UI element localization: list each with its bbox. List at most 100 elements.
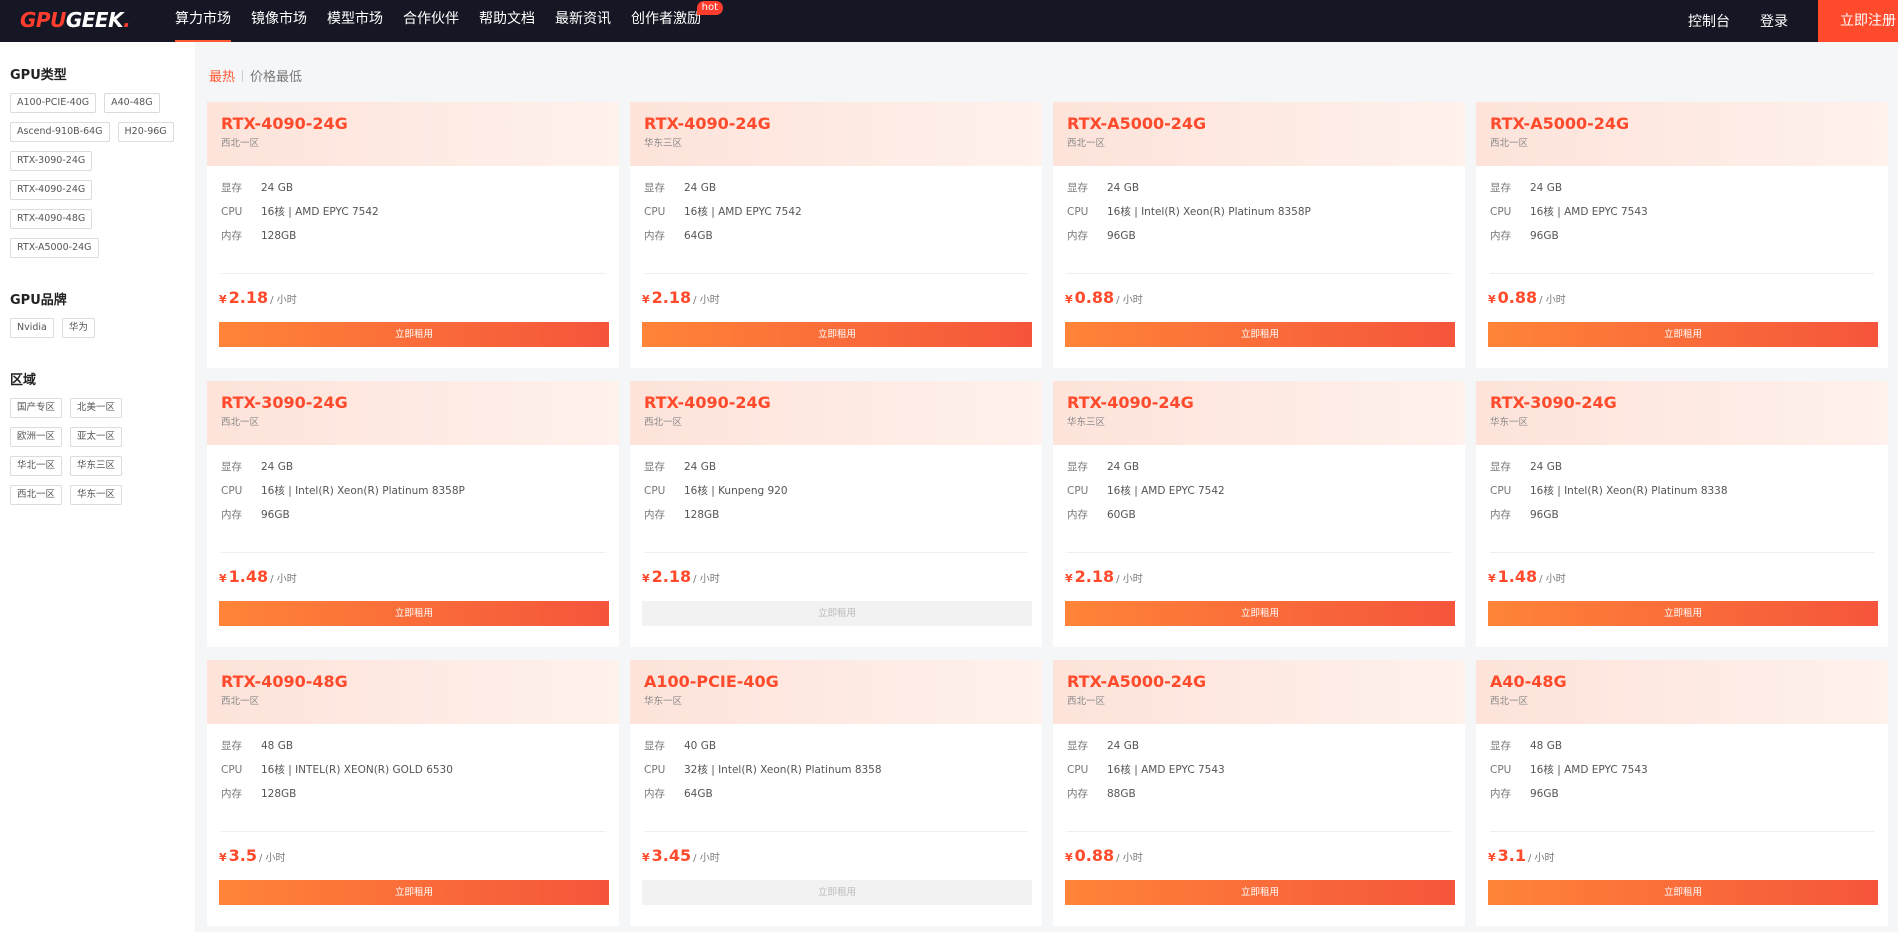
price-value: 0.88	[1074, 288, 1115, 307]
spec-row-vram: 显存 24 GB	[221, 180, 619, 204]
nav-creator-incentive[interactable]: 创作者激励 hot	[631, 0, 723, 42]
gpu-model-title: RTX-4090-24G	[1067, 393, 1194, 412]
spec-label: 内存	[644, 509, 665, 521]
nav-creator-incentive-label: 创作者激励	[631, 11, 701, 27]
spec-row-mem: 内存 88GB	[1067, 786, 1465, 810]
gpu-model-title: RTX-4090-24G	[644, 114, 771, 133]
gpu-model-title: RTX-A5000-24G	[1067, 114, 1207, 133]
gpugeek-logo[interactable]: GPUGEEK.	[20, 8, 131, 32]
spec-value: 128GB	[684, 509, 720, 521]
spec-value: 40 GB	[684, 740, 717, 752]
rent-now-button[interactable]: 立即租用	[1488, 601, 1878, 626]
rent-now-button[interactable]: 立即租用	[219, 322, 609, 347]
price-unit: / 小时	[1116, 295, 1143, 306]
rent-now-button[interactable]: 立即租用	[219, 601, 609, 626]
spec-row-vram: 显存 24 GB	[644, 459, 1042, 483]
price-value: 1.48	[1497, 567, 1538, 586]
price-unit: / 小时	[693, 853, 720, 864]
nav-model-market[interactable]: 模型市场	[327, 0, 383, 42]
spec-label: 内存	[1067, 509, 1088, 521]
gpu-model-title: RTX-A5000-24G	[1490, 114, 1630, 133]
spec-value: 16核 | AMD EPYC 7543	[1530, 764, 1648, 776]
sort-price-low[interactable]: 价格最低	[250, 66, 302, 85]
spec-label: CPU	[221, 485, 243, 497]
filter-tag[interactable]: A40-48G	[104, 93, 160, 113]
filter-tag[interactable]: 国产专区	[10, 398, 63, 418]
gpu-card: RTX-4090-24G 华东三区 显存 24 GB CPU 16核 | AMD E…	[630, 102, 1042, 368]
rent-now-button[interactable]: 立即租用	[1488, 322, 1878, 347]
nav-image-market[interactable]: 镜像市场	[251, 0, 307, 42]
filter-tag[interactable]: RTX-A5000-24G	[10, 238, 99, 258]
price-value: 2.18	[228, 288, 269, 307]
card-divider	[1067, 831, 1451, 832]
card-header: RTX-4090-24G 华东三区	[630, 102, 1042, 166]
register-button[interactable]: 立即注册	[1818, 0, 1898, 42]
spec-value: 16核 | AMD EPYC 7542	[1107, 485, 1225, 497]
card-header: RTX-3090-24G 西北一区	[207, 381, 619, 445]
price-value: 3.1	[1497, 846, 1526, 865]
card-specs: 显存 24 GB CPU 16核 | AMD EPYC 7543 内存 96GB	[1476, 166, 1888, 252]
filter-tag[interactable]: RTX-3090-24G	[10, 151, 93, 171]
currency-symbol: ¥	[642, 293, 650, 306]
rent-now-button[interactable]: 立即租用	[1065, 880, 1455, 905]
spec-row-cpu: CPU 16核 | AMD EPYC 7543	[1067, 762, 1465, 786]
login-link[interactable]: 登录	[1760, 11, 1788, 31]
spec-value: 64GB	[684, 788, 713, 800]
console-link[interactable]: 控制台	[1688, 11, 1730, 31]
nav-partners[interactable]: 合作伙伴	[403, 0, 459, 42]
filter-tag[interactable]: 欧洲一区	[10, 427, 63, 447]
rent-now-button[interactable]: 立即租用	[219, 880, 609, 905]
filter-tag[interactable]: RTX-4090-48G	[10, 209, 93, 229]
spec-value: 64GB	[684, 230, 713, 242]
spec-value: 24 GB	[261, 461, 294, 473]
spec-value: 24 GB	[684, 461, 717, 473]
spec-value: 48 GB	[261, 740, 294, 752]
nav-help-docs[interactable]: 帮助文档	[479, 0, 535, 42]
region-tags: 国产专区 北美一区 欧洲一区 亚太一区 华北一区 华东三区 西北一区 华东一区	[10, 398, 150, 514]
filter-tag[interactable]: 西北一区	[10, 485, 63, 505]
spec-row-cpu: CPU 16核 | AMD EPYC 7543	[1490, 204, 1888, 228]
price-unit: / 小时	[1539, 295, 1566, 306]
filter-tag[interactable]: 华北一区	[10, 456, 63, 476]
spec-value: 96GB	[1107, 230, 1136, 242]
nav-news[interactable]: 最新资讯	[555, 0, 611, 42]
rent-now-button[interactable]: 立即租用	[642, 322, 1032, 347]
sort-hot[interactable]: 最热	[209, 66, 235, 85]
filter-tag[interactable]: A100-PCIE-40G	[10, 93, 97, 113]
rent-now-button[interactable]: 立即租用	[1488, 880, 1878, 905]
card-header: RTX-A5000-24G 西北一区	[1053, 102, 1465, 166]
filter-tag[interactable]: 华东三区	[70, 456, 123, 476]
filter-tag[interactable]: 亚太一区	[70, 427, 123, 447]
currency-symbol: ¥	[219, 851, 227, 864]
gpu-region: 华东一区	[1490, 417, 1529, 428]
spec-label: 显存	[1490, 461, 1511, 473]
spec-label: 显存	[221, 740, 242, 752]
filter-tag[interactable]: Nvidia	[10, 318, 54, 338]
filter-tag[interactable]: 北美一区	[70, 398, 123, 418]
currency-symbol: ¥	[1488, 851, 1496, 864]
spec-value: 32核 | Intel(R) Xeon(R) Platinum 8358	[684, 764, 882, 776]
spec-label: 内存	[644, 230, 665, 242]
price: ¥ 3.1 / 小时	[1488, 846, 1555, 865]
filter-tag[interactable]: H20-96G	[117, 122, 174, 142]
spec-value: 60GB	[1107, 509, 1136, 521]
nav-compute-market[interactable]: 算力市场	[175, 0, 231, 42]
card-divider	[221, 831, 605, 832]
spec-row-mem: 内存 96GB	[1490, 507, 1888, 531]
card-divider	[644, 273, 1028, 274]
gpu-model-title: RTX-3090-24G	[1490, 393, 1617, 412]
spec-row-mem: 内存 64GB	[644, 786, 1042, 810]
filter-tag[interactable]: 华为	[61, 318, 95, 338]
rent-now-button[interactable]: 立即租用	[1065, 322, 1455, 347]
price: ¥ 3.45 / 小时	[642, 846, 720, 865]
spec-label: 显存	[1490, 740, 1511, 752]
rent-now-button[interactable]: 立即租用	[1065, 601, 1455, 626]
filter-tag[interactable]: RTX-4090-24G	[10, 180, 93, 200]
spec-row-mem: 内存 128GB	[221, 228, 619, 252]
card-header: RTX-3090-24G 华东一区	[1476, 381, 1888, 445]
price-value: 0.88	[1497, 288, 1538, 307]
gpu-model-title: RTX-4090-24G	[644, 393, 771, 412]
gpu-model-title: RTX-4090-24G	[221, 114, 348, 133]
filter-tag[interactable]: Ascend-910B-64G	[10, 122, 110, 142]
filter-tag[interactable]: 华东一区	[70, 485, 123, 505]
